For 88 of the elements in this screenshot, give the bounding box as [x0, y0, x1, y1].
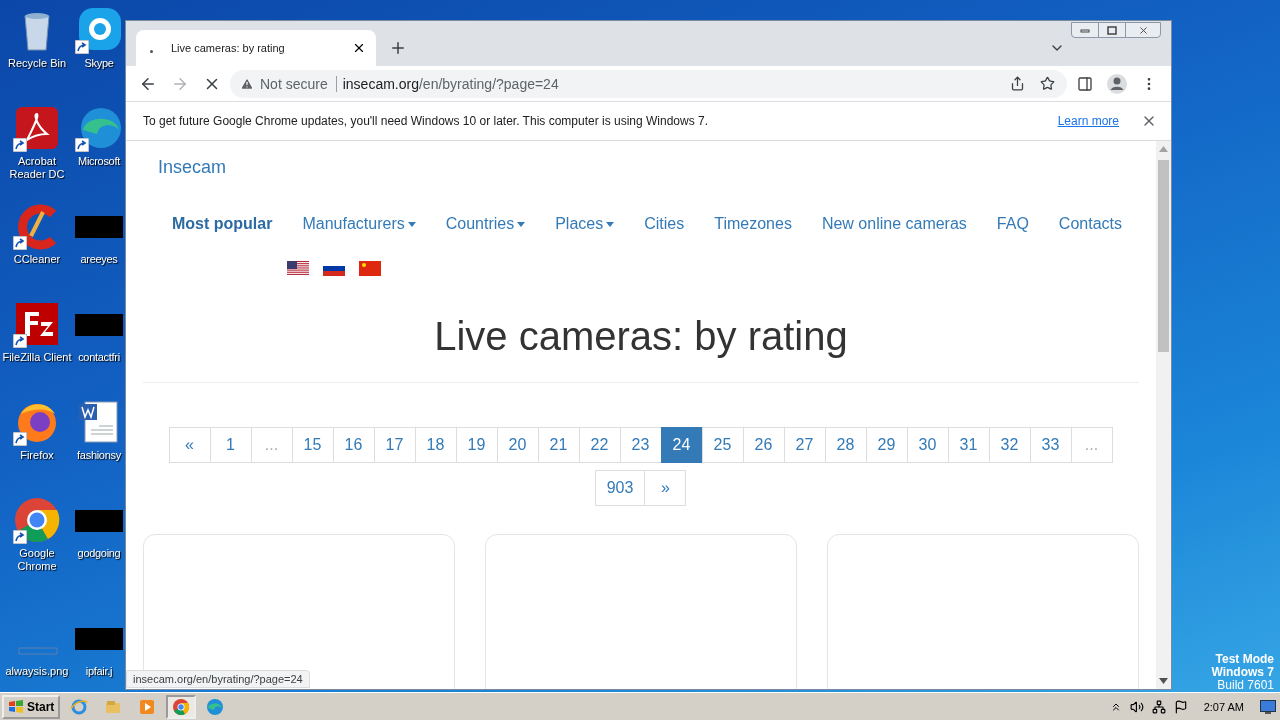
page-link[interactable]: 29 — [865, 427, 908, 463]
page-link[interactable]: 18 — [414, 427, 457, 463]
desktop-icon-label[interactable]: Firefox — [20, 449, 54, 462]
desktop-icon-label[interactable]: Acrobat Reader DC — [0, 155, 74, 181]
security-label[interactable]: Not secure — [260, 75, 337, 92]
media-player-icon — [138, 697, 157, 716]
status-url: insecam.org/en/byrating/?page=24 — [126, 670, 310, 688]
desktop-icon-label[interactable]: Recycle Bin — [7, 57, 67, 70]
taskbar-app-button[interactable] — [166, 694, 197, 719]
page-link[interactable]: 21 — [537, 427, 580, 463]
desktop-icon-label[interactable]: contactfri — [78, 351, 120, 364]
nav-link[interactable]: Timezones — [699, 205, 807, 243]
os-build-text: Windows 7 — [1211, 666, 1274, 679]
os-build-text: Test Mode — [1215, 653, 1274, 666]
desktop-icon-label[interactable]: Google Chrome — [0, 547, 74, 573]
nav-link[interactable]: New online cameras — [806, 205, 982, 243]
page-link[interactable]: 22 — [578, 427, 621, 463]
desktop-icon-label[interactable]: godgoing — [77, 547, 121, 560]
desktop-icon-label[interactable]: Microsoft — [78, 155, 120, 168]
scroll-thumb[interactable] — [1158, 160, 1169, 352]
star-icon — [1039, 76, 1055, 91]
volume-icon[interactable] — [1129, 699, 1144, 714]
warning-icon — [240, 76, 254, 91]
plus-icon — [389, 39, 407, 57]
page-link[interactable]: 31 — [947, 427, 990, 463]
close-icon — [1137, 24, 1149, 36]
share-icon — [1009, 76, 1025, 91]
page-heading: Live cameras: by rating — [433, 313, 849, 360]
tab-title: Live cameras: by rating — [171, 42, 286, 54]
desktop-icon-label[interactable]: ipfair.j — [85, 665, 113, 678]
page-link[interactable]: 20 — [496, 427, 539, 463]
close-icon[interactable] — [352, 41, 366, 55]
side-panel-icon — [1077, 75, 1093, 92]
clock[interactable]: 2:07 AM — [1203, 700, 1244, 713]
flag-icon[interactable] — [1173, 699, 1188, 714]
person-icon — [1106, 72, 1128, 95]
pdf-reader-icon[interactable] — [13, 104, 61, 152]
browser-icon — [172, 697, 191, 716]
page-link[interactable]: 26 — [742, 427, 785, 463]
page-link[interactable]: 28 — [824, 427, 867, 463]
page-link[interactable]: 15 — [291, 427, 334, 463]
page-link[interactable]: 17 — [373, 427, 416, 463]
url-text: insecam.org/en/byrating/?page=24 — [342, 75, 560, 92]
browser-icon — [70, 697, 89, 716]
scroll-down-icon[interactable] — [1159, 678, 1168, 684]
minimize-icon — [1080, 27, 1090, 33]
page-link[interactable]: « — [168, 427, 211, 463]
page-link[interactable]: 25 — [701, 427, 744, 463]
scrollbar[interactable] — [1156, 141, 1171, 689]
desktop-icon-label[interactable]: fashionsy — [77, 449, 121, 462]
learn-more-link[interactable]: Learn more — [1057, 114, 1119, 128]
nav-link[interactable]: FAQ — [981, 205, 1044, 243]
desktop-icon-label[interactable]: areeyes — [80, 253, 118, 266]
page-link[interactable]: 23 — [619, 427, 662, 463]
site-logo[interactable]: Insecam — [143, 141, 242, 177]
show-desktop-icon[interactable] — [1260, 699, 1276, 714]
page-link[interactable]: 33 — [1029, 427, 1072, 463]
page-link[interactable]: 1 — [209, 427, 252, 463]
nav-link[interactable]: Most popular — [157, 205, 288, 243]
address-bar[interactable]: Not secure insecam.org/en/byrating/?page=24 — [230, 69, 1067, 98]
browser-icon — [206, 697, 225, 716]
desktop-icon-label[interactable]: FileZilla Client — [2, 351, 72, 364]
restore-icon — [1107, 25, 1117, 35]
start-button[interactable]: Start — [2, 694, 61, 719]
desktop-icon-label[interactable]: alwaysis.png — [5, 665, 69, 678]
page-link[interactable]: 30 — [906, 427, 949, 463]
windows-logo — [8, 699, 24, 714]
desktop-icon-label[interactable]: Skype — [84, 57, 114, 70]
nav-link[interactable]: Contacts — [1043, 205, 1137, 243]
page-link[interactable]: 24 — [660, 427, 703, 463]
page-link[interactable]: 32 — [988, 427, 1031, 463]
browser-tab[interactable]: Live cameras: by rating — [136, 30, 376, 66]
network-icon[interactable] — [1151, 699, 1166, 714]
desktop-icon-label[interactable]: CCleaner — [13, 253, 61, 266]
flag-icon[interactable] — [287, 261, 309, 276]
nav-link[interactable]: Cities — [629, 205, 700, 243]
page-link[interactable]: 903 — [594, 470, 646, 506]
browser-icon[interactable] — [13, 496, 61, 544]
nav-link[interactable]: Places — [540, 205, 630, 243]
nav-link[interactable]: Countries — [430, 205, 541, 243]
page-link[interactable]: » — [644, 470, 687, 506]
os-build-text: Build 7601 — [1217, 679, 1274, 692]
page-link[interactable]: 16 — [332, 427, 375, 463]
ftp-client-icon[interactable] — [13, 300, 61, 348]
update-notice-text: To get future Google Chrome updates, you'll need Windows 10 or later. This computer is using Windows 7. — [143, 114, 710, 128]
page-link[interactable]: 19 — [455, 427, 498, 463]
nav-link[interactable]: Manufacturers — [287, 205, 431, 243]
page-link[interactable]: 27 — [783, 427, 826, 463]
